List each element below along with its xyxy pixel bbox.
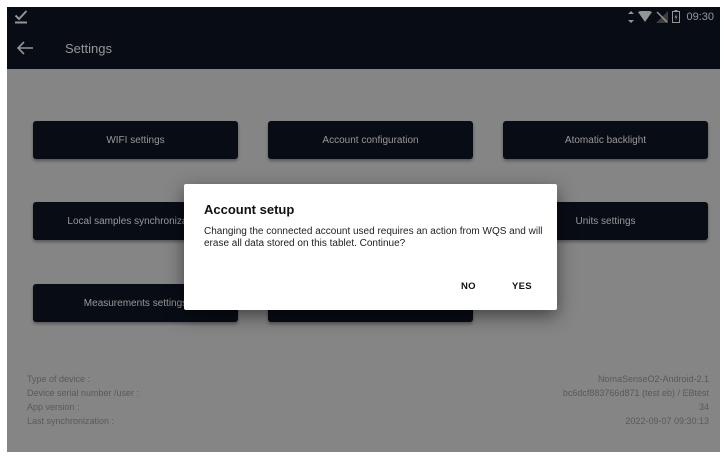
dialog-message: Changing the connected account used requ…: [204, 226, 543, 249]
tablet-screen: 09:30 Settings WIFI settings Account con…: [7, 7, 720, 452]
dialog-title: Account setup: [204, 202, 295, 217]
no-button[interactable]: NO: [461, 281, 476, 292]
yes-button[interactable]: YES: [512, 281, 532, 292]
account-setup-dialog: Account setup Changing the connected acc…: [184, 184, 557, 310]
